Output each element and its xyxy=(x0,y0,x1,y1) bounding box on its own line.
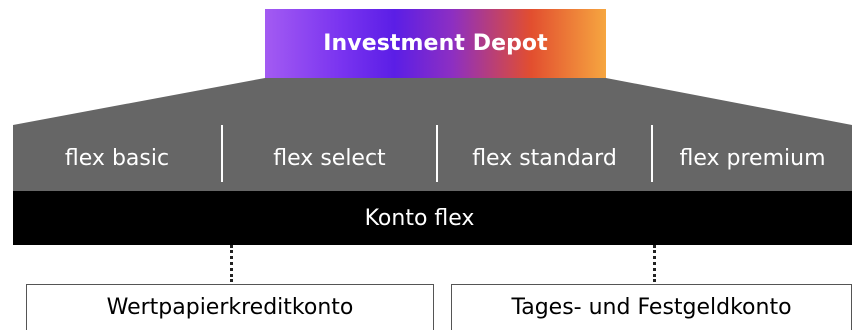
tier-label: flex basic xyxy=(64,145,170,171)
konto-flex-band: Konto flex xyxy=(13,191,852,245)
tier-flex-standard: flex standard xyxy=(438,125,651,191)
account-label: Wertpapierkreditkonto xyxy=(106,295,354,320)
wertpapierkreditkonto-box: Wertpapierkreditkonto xyxy=(26,284,434,330)
konto-flex-label: Konto flex xyxy=(364,205,475,231)
tier-flex-premium: flex premium xyxy=(653,125,852,191)
dotted-connector-right xyxy=(653,245,656,282)
account-label: Tages- und Festgeldkonto xyxy=(511,295,792,320)
tier-label: flex standard xyxy=(472,145,617,171)
dotted-connector-left xyxy=(230,245,233,282)
tier-flex-select: flex select xyxy=(223,125,436,191)
tier-flex-basic: flex basic xyxy=(13,125,221,191)
investment-depot-box: Investment Depot xyxy=(265,9,606,78)
tages-festgeldkonto-box: Tages- und Festgeldkonto xyxy=(451,284,852,330)
tier-band: flex basic flex select flex standard fle… xyxy=(13,125,852,191)
tier-label: flex premium xyxy=(679,145,826,171)
investment-depot-label: Investment Depot xyxy=(323,31,548,56)
tier-label: flex select xyxy=(273,145,386,171)
